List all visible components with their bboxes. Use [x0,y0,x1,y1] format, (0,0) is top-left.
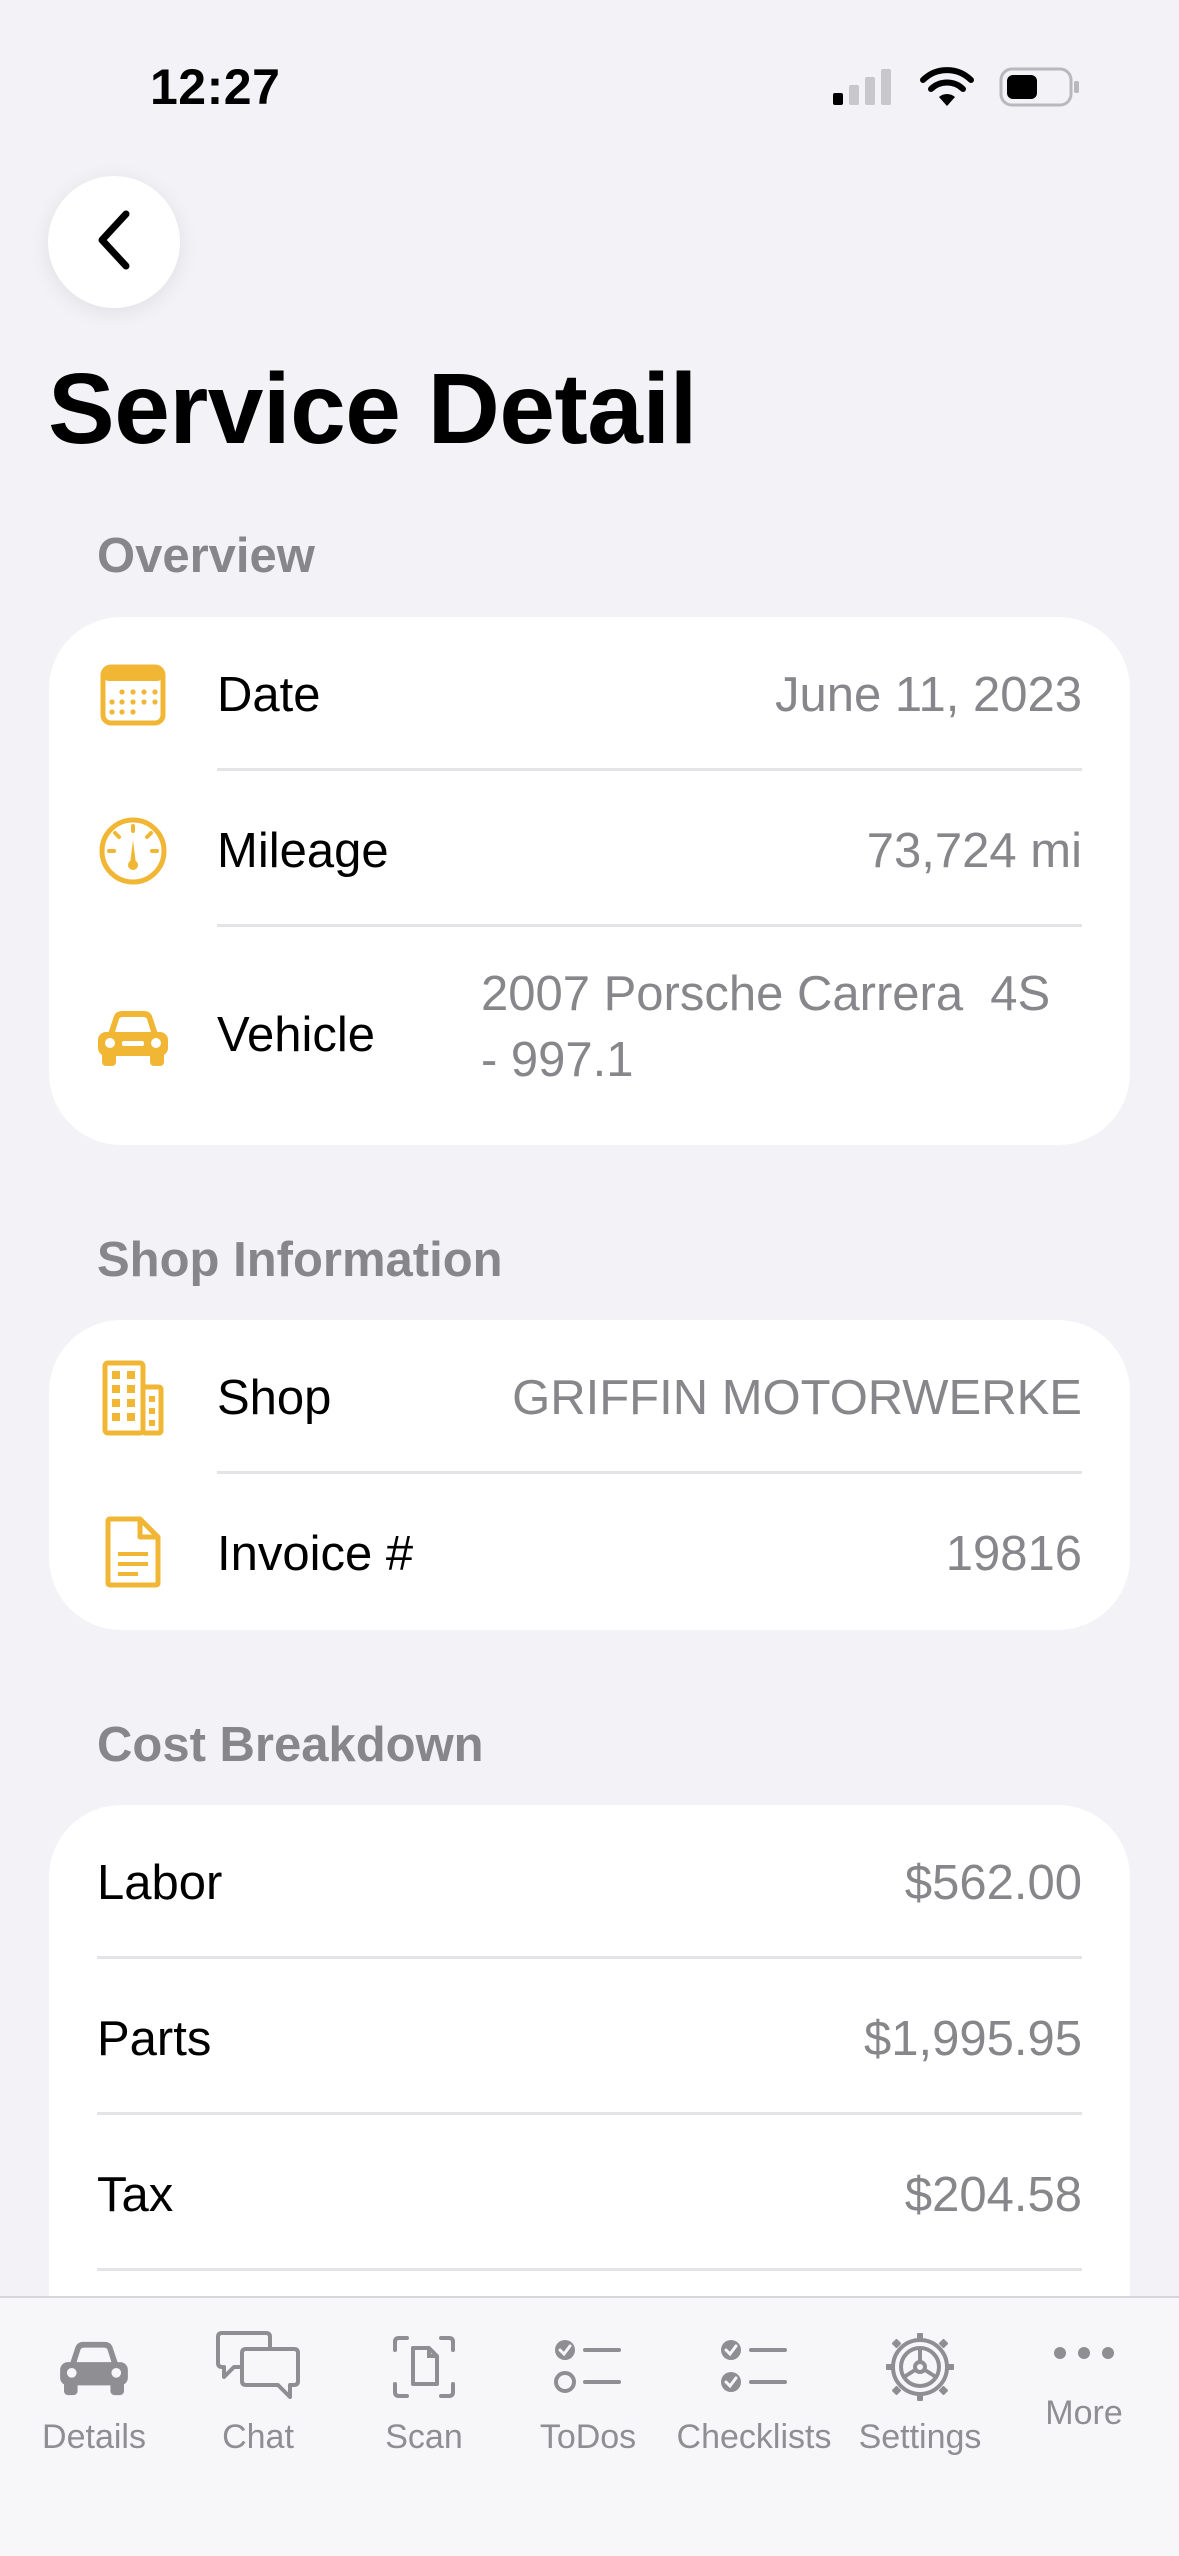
overview-row-date[interactable]: Date June 11, 2023 [49,617,1130,773]
tab-more[interactable]: More [1004,2318,1164,2433]
shop-row-invoice[interactable]: Invoice # 19816 [49,1476,1130,1630]
status-time: 12:27 [150,59,281,115]
wifi-icon [919,66,975,113]
parts-value: $1,995.95 [864,2012,1082,2066]
divider [217,924,1082,927]
labor-label: Labor [97,1856,223,1910]
section-header-shop: Shop Information [97,1233,503,1287]
screen: 12:27 Service Detail Overview Date June … [0,0,1179,2556]
divider [217,1471,1082,1474]
overview-card: Date June 11, 2023 Mileage 73,724 mi Veh… [49,617,1130,1145]
section-header-cost: Cost Breakdown [97,1718,484,1772]
tab-label: Checklists [676,2418,832,2456]
parts-label: Parts [97,2012,212,2066]
tab-todos[interactable]: ToDos [508,2322,668,2457]
tab-label: Settings [858,2418,982,2456]
cellular-signal-icon [831,67,895,112]
tab-label: Details [42,2418,146,2456]
building-icon [93,1358,173,1438]
tab-chat[interactable]: Chat [178,2322,338,2457]
shop-label: Shop [217,1371,332,1425]
tab-label: Scan [385,2418,463,2456]
overview-row-mileage[interactable]: Mileage 73,724 mi [49,773,1130,929]
tab-settings[interactable]: Settings [840,2322,1000,2457]
chevron-left-icon [92,208,136,277]
mileage-label: Mileage [217,824,389,878]
car-icon [44,2322,144,2412]
tab-label: ToDos [539,2418,637,2456]
date-value: June 11, 2023 [775,668,1082,722]
vehicle-label: Vehicle [217,1008,376,1062]
cost-row-parts: Parts $1,995.95 [49,1961,1130,2117]
page-title: Service Detail [48,353,697,465]
cost-row-labor: Labor $562.00 [49,1805,1130,1961]
speedometer-icon [93,811,173,891]
scan-document-icon [374,2322,474,2412]
section-header-overview: Overview [97,529,315,583]
shop-value: GRIFFIN MOTORWERKE [512,1371,1082,1425]
vehicle-value-line-2: - 997.1 [481,1033,634,1087]
tab-label: Chat [222,2418,294,2456]
date-label: Date [217,668,321,722]
battery-icon [999,67,1081,112]
checklist-icon [704,2322,804,2412]
invoice-value: 19816 [945,1527,1082,1581]
shop-card: Shop GRIFFIN MOTORWERKE Invoice # 19816 [49,1320,1130,1630]
vehicle-value: 2007 Porsche Carrera 4S - 997.1 [481,961,1050,1093]
divider [97,2268,1082,2271]
tax-value: $204.58 [904,2168,1082,2222]
divider [217,768,1082,771]
shop-row-name[interactable]: Shop GRIFFIN MOTORWERKE [49,1320,1130,1476]
mileage-value: 73,724 mi [866,824,1082,878]
vehicle-value-line-1: 2007 Porsche Carrera 4S [481,967,1051,1021]
overview-row-vehicle[interactable]: Vehicle 2007 Porsche Carrera 4S - 997.1 [49,929,1130,1145]
invoice-label: Invoice # [217,1527,414,1581]
ellipsis-icon [1034,2318,1134,2388]
tab-checklists[interactable]: Checklists [674,2322,834,2457]
tax-label: Tax [97,2168,174,2222]
status-icons [831,66,1081,113]
tab-details[interactable]: Details [14,2322,174,2457]
divider [97,2112,1082,2115]
gear-icon [870,2322,970,2412]
calendar-icon [93,655,173,735]
back-button[interactable] [48,176,180,308]
checklist-icon [538,2322,638,2412]
cost-row-tax: Tax $204.58 [49,2117,1130,2273]
tab-bar: Details Chat Scan ToDos Checklists Setti… [0,2296,1179,2556]
tab-scan[interactable]: Scan [344,2322,504,2457]
car-icon [93,997,173,1077]
document-icon [93,1512,173,1592]
divider [97,1956,1082,1959]
labor-value: $562.00 [904,1856,1082,1910]
chat-bubbles-icon [208,2322,308,2412]
tab-label: More [1045,2394,1123,2432]
